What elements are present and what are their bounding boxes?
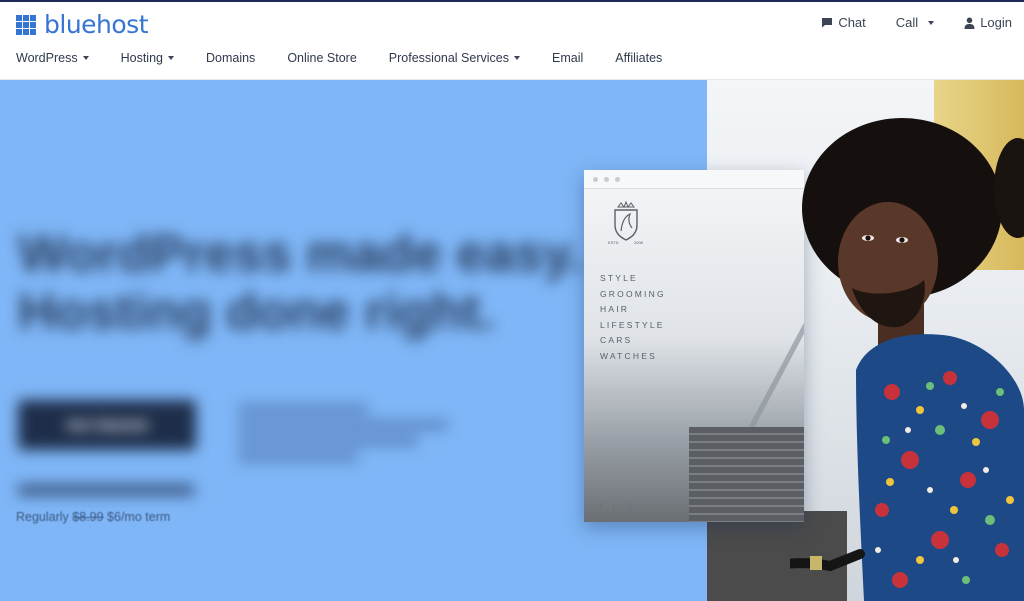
mockup-social: f t ig	[600, 502, 632, 512]
hero-title-line-2: Hosting done right.	[18, 283, 495, 341]
nav-item-label: Online Store	[287, 51, 357, 65]
chat-link[interactable]: Chat	[821, 15, 866, 30]
get-started-button[interactable]: Get Started	[18, 400, 196, 450]
page: bluehost Chat Call Login WordPress Hosti…	[0, 0, 1024, 601]
nav-item-label: Hosting	[120, 51, 163, 65]
nav-item-domains[interactable]: Domains	[206, 51, 255, 65]
nav-item-professional-services[interactable]: Professional Services	[389, 51, 520, 65]
chat-icon	[822, 18, 833, 28]
hero-person-photo	[790, 118, 1024, 601]
crest-logo-icon: ESTD 2008	[608, 201, 644, 245]
browser-mockup: ESTD 2008 STYLE GROOMING HAIR LIFESTYLE …	[584, 170, 804, 522]
nav-item-online-store[interactable]: Online Store	[287, 51, 356, 65]
mockup-menu-item[interactable]: HAIR	[600, 302, 666, 318]
hero-title-line-1: WordPress made easy.	[18, 225, 583, 283]
brand-name: bluehost	[44, 10, 149, 39]
chevron-down-icon	[928, 20, 935, 25]
site-header: bluehost Chat Call Login WordPress Hosti…	[0, 0, 1024, 80]
twitter-icon[interactable]: t	[613, 502, 616, 512]
chevron-down-icon	[514, 56, 520, 60]
promo-price	[18, 484, 194, 496]
crest-year: 2008	[634, 240, 644, 245]
mockup-menu-item[interactable]: GROOMING	[600, 287, 666, 303]
chevron-down-icon	[82, 56, 89, 60]
hero-title: WordPress made easy. Hosting done right.	[18, 225, 598, 341]
escalator-steps	[689, 427, 804, 522]
cta-note	[238, 398, 468, 468]
nav-item-label: Professional Services	[388, 51, 509, 65]
regular-old-price: $8.99	[72, 510, 104, 524]
mockup-menu-item[interactable]: LIFESTYLE	[600, 318, 666, 334]
nav-item-label: Email	[552, 51, 584, 65]
regular-prefix: Regularly	[16, 510, 69, 524]
mockup-body: ESTD 2008 STYLE GROOMING HAIR LIFESTYLE …	[584, 189, 804, 522]
bluehost-logo[interactable]: bluehost	[16, 10, 149, 39]
instagram-icon[interactable]: ig	[625, 502, 632, 512]
chevron-down-icon	[167, 56, 174, 60]
nav-item-email[interactable]: Email	[552, 51, 583, 65]
cta-label: Get Started	[66, 416, 148, 434]
call-label: Call	[895, 15, 919, 30]
nav-item-label: Affiliates	[615, 51, 663, 65]
nav-item-wordpress[interactable]: WordPress	[16, 51, 89, 65]
grid-logo-icon	[16, 15, 36, 35]
facebook-icon[interactable]: f	[600, 502, 603, 512]
nav-item-hosting[interactable]: Hosting	[121, 51, 174, 65]
nav-item-label: Domains	[205, 51, 256, 65]
window-dot-icon	[615, 176, 620, 182]
crest-estd: ESTD	[608, 240, 619, 245]
window-dot-icon	[604, 176, 609, 182]
mockup-titlebar	[584, 170, 804, 189]
regular-suffix: $6/mo term	[103, 510, 171, 524]
mockup-menu-item[interactable]: CARS	[600, 333, 666, 349]
user-icon	[964, 17, 975, 29]
chat-label: Chat	[838, 15, 866, 30]
utility-nav: Chat Call Login	[821, 15, 1012, 30]
nav-item-affiliates[interactable]: Affiliates	[615, 51, 662, 65]
call-dropdown[interactable]: Call	[895, 15, 935, 30]
mockup-menu-item[interactable]: STYLE	[600, 271, 666, 287]
mockup-menu: STYLE GROOMING HAIR LIFESTYLE CARS WATCH…	[600, 271, 666, 365]
main-nav: WordPress Hosting Domains Online Store P…	[16, 51, 662, 65]
login-label: Login	[980, 15, 1012, 30]
hero-section: WordPress made easy. Hosting done right.…	[0, 80, 1024, 601]
window-dot-icon	[593, 176, 598, 182]
login-link[interactable]: Login	[964, 15, 1012, 30]
regular-price: Regularly $8.99 $6/mo term	[16, 510, 170, 524]
mockup-menu-item[interactable]: WATCHES	[600, 349, 666, 365]
nav-item-label: WordPress	[16, 51, 78, 65]
